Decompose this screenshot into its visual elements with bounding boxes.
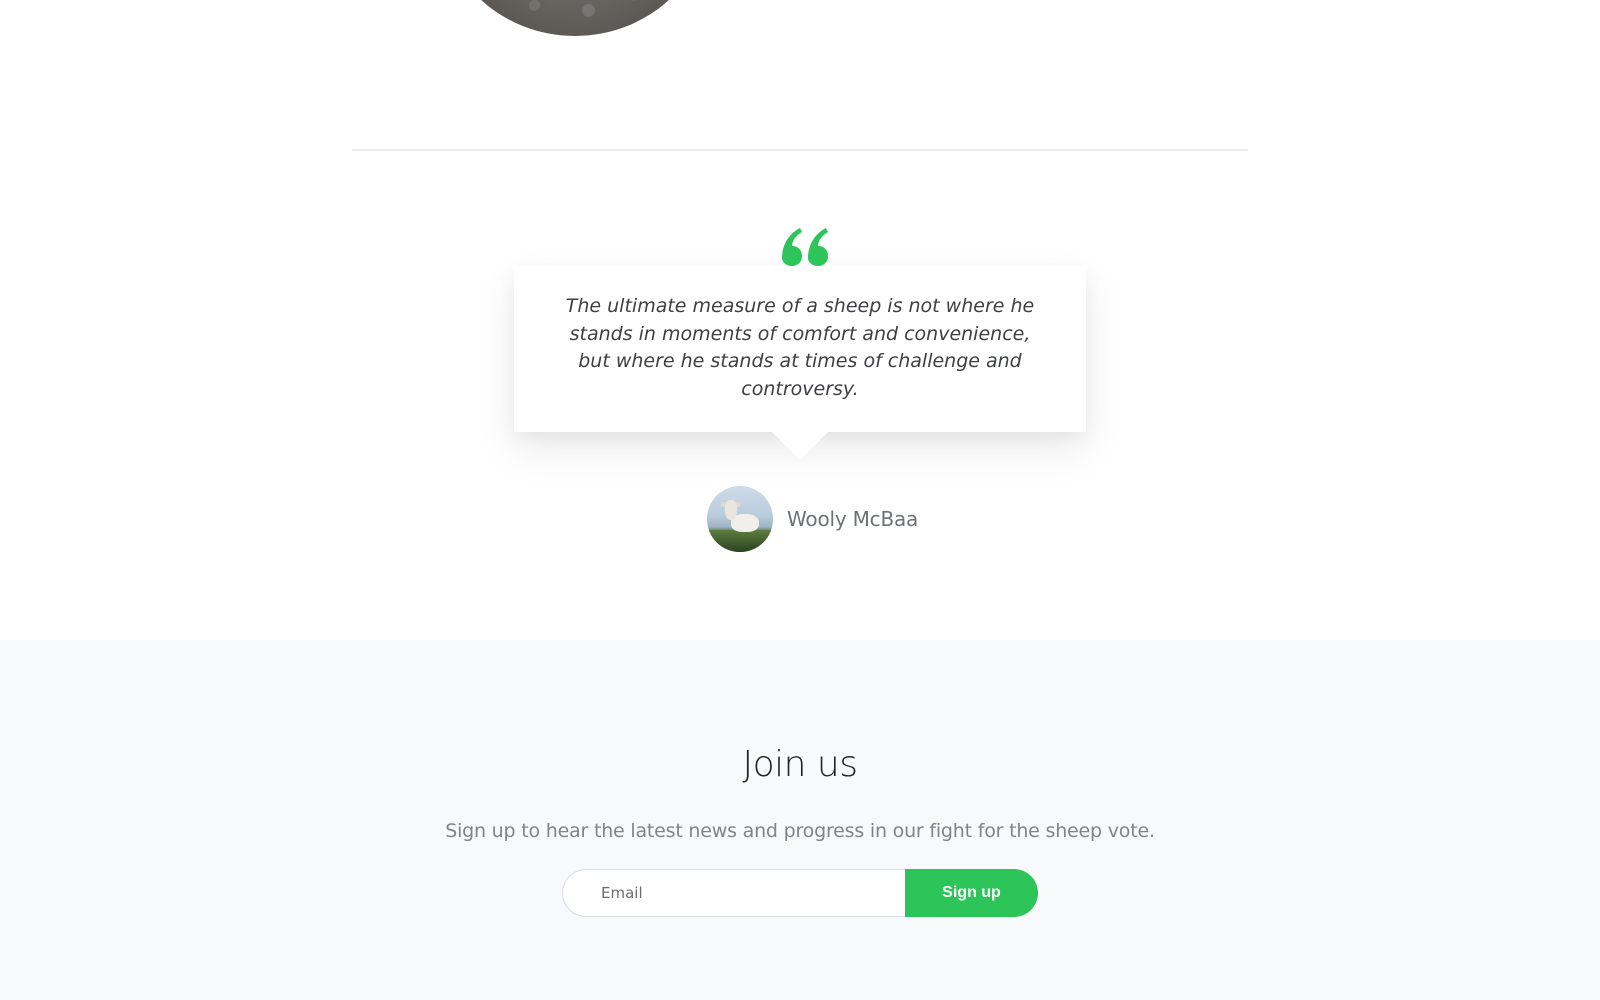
quote-mark-icon [782,228,828,266]
avatar-sheep-head [725,500,737,520]
avatar-grass [707,530,773,552]
join-section: Join us Sign up to hear the latest news … [0,640,1600,1000]
wool-texture [440,0,710,36]
join-title: Join us [742,744,858,785]
author-name: Wooly McBaa [787,507,919,531]
page: The ultimate measure of a sheep is not w… [0,0,1600,1000]
author-avatar [707,486,773,552]
join-subtitle: Sign up to hear the latest news and prog… [445,820,1155,842]
signup-form: Sign up [562,869,1038,917]
section-divider [352,149,1248,151]
testimonial-card: The ultimate measure of a sheep is not w… [514,265,1086,460]
email-field[interactable] [562,869,905,917]
testimonial-author: Wooly McBaa [707,486,918,552]
sign-up-button[interactable]: Sign up [905,869,1038,917]
testimonial-quote: The ultimate measure of a sheep is not w… [565,295,1035,400]
hero-sheep-photo [440,0,710,36]
